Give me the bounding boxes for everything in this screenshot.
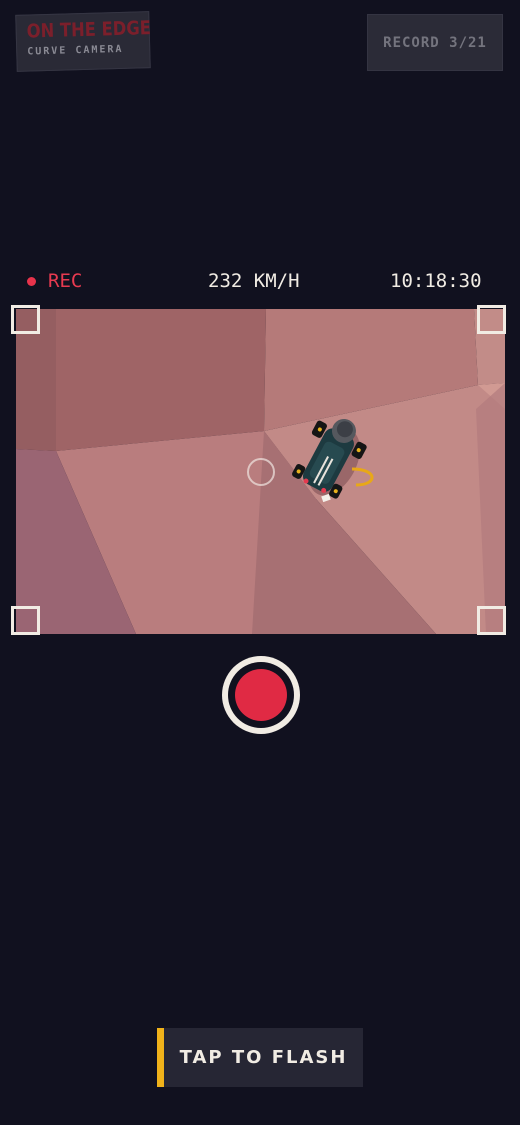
rec-dot-icon xyxy=(27,276,36,286)
tap-to-flash-button[interactable]: TAP TO FLASH xyxy=(157,1028,363,1087)
flash-button-label: TAP TO FLASH xyxy=(179,1047,348,1068)
viewfinder-corner-bottom-left xyxy=(11,606,40,635)
record-counter: RECORD 3/21 xyxy=(367,14,503,71)
focus-reticle-icon xyxy=(247,458,275,486)
game-logo: ON THE EDGE CURVE CAMERA xyxy=(15,11,151,72)
record-button-ring xyxy=(228,662,294,728)
logo-title: ON THE EDGE xyxy=(26,17,152,43)
record-button[interactable] xyxy=(222,656,300,734)
record-dot-icon xyxy=(235,669,287,721)
rec-label: REC xyxy=(48,270,83,292)
viewfinder-corner-bottom-right xyxy=(477,606,506,635)
speed-readout: 232 KM/H xyxy=(208,270,300,292)
viewfinder-corner-top-right xyxy=(477,305,506,334)
viewfinder-corner-top-left xyxy=(11,305,40,334)
clock-readout: 10:18:30 xyxy=(390,270,482,292)
camera-hud: REC 232 KM/H 10:18:30 xyxy=(0,270,520,296)
rec-indicator: REC xyxy=(27,270,82,292)
logo-subtitle: CURVE CAMERA xyxy=(27,43,124,58)
